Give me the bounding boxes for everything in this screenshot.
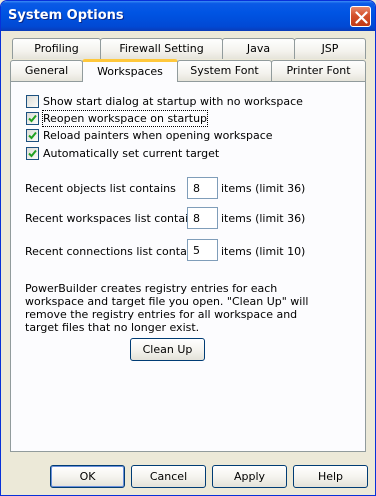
ok-button[interactable]: OK (50, 465, 125, 488)
reopen-workspace-checkbox[interactable] (26, 112, 39, 125)
auto-set-target-checkbox[interactable] (26, 147, 39, 160)
recent-connections-label: Recent connections list contains (25, 245, 203, 258)
tab-general[interactable]: General (10, 60, 83, 81)
tab-workspaces[interactable]: Workspaces (82, 59, 178, 82)
checkmark-icon (28, 114, 37, 123)
recent-connections-input[interactable] (187, 239, 218, 261)
apply-button[interactable]: Apply (212, 465, 287, 488)
title-bar[interactable]: System Options (1, 1, 375, 31)
tab-jsp[interactable]: JSP (294, 38, 366, 59)
tab-java[interactable]: Java (222, 38, 295, 59)
tab-profiling[interactable]: Profiling (12, 38, 101, 59)
recent-workspaces-input[interactable] (187, 207, 218, 229)
system-options-dialog: System Options Profiling Firewall Settin… (0, 0, 376, 496)
reload-painters-label: Reload painters when opening workspace (43, 129, 273, 142)
tab-printer-font[interactable]: Printer Font (271, 60, 366, 81)
recent-workspaces-limit: items (limit 36) (221, 212, 306, 225)
recent-workspaces-label: Recent workspaces list contains (25, 212, 201, 225)
recent-connections-limit: items (limit 10) (221, 245, 306, 258)
recent-objects-input[interactable] (187, 177, 218, 199)
checkmark-icon (28, 131, 37, 140)
recent-objects-label: Recent objects list contains (25, 182, 176, 195)
checkmark-icon (28, 149, 37, 158)
close-button[interactable] (350, 6, 371, 27)
tab-system-font[interactable]: System Font (177, 60, 272, 81)
clean-up-button[interactable]: Clean Up (130, 338, 205, 361)
show-start-dialog-label: Show start dialog at startup with no wor… (43, 95, 303, 108)
recent-objects-limit: items (limit 36) (221, 182, 306, 195)
close-icon (355, 11, 368, 24)
help-button[interactable]: Help (293, 465, 368, 488)
registry-info-text: PowerBuilder creates registry entries fo… (25, 282, 309, 334)
window-title: System Options (8, 8, 124, 23)
reopen-workspace-label: Reopen workspace on startup (41, 110, 209, 127)
tab-firewall-setting[interactable]: Firewall Setting (100, 38, 223, 59)
reload-painters-checkbox[interactable] (26, 129, 39, 142)
cancel-button[interactable]: Cancel (131, 465, 206, 488)
show-start-dialog-checkbox[interactable] (26, 95, 39, 108)
auto-set-target-label: Automatically set current target (43, 147, 220, 160)
